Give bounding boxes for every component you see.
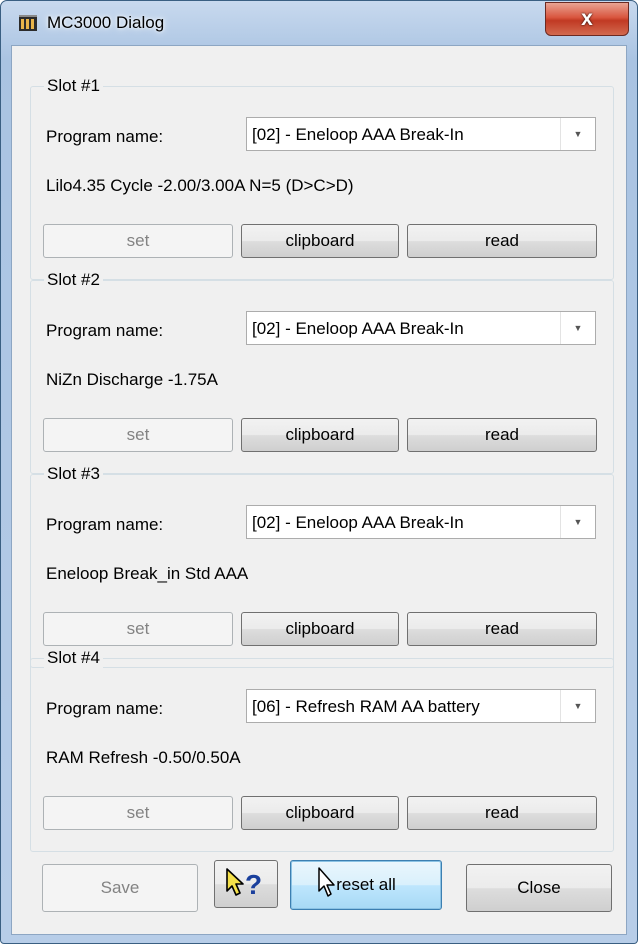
program-description: RAM Refresh -0.50/0.50A (46, 748, 241, 767)
program-select-slot-2[interactable]: [02] - Eneloop AAA Break-In ▼ (246, 311, 596, 345)
program-select-value: [02] - Eneloop AAA Break-In (252, 125, 464, 144)
help-button[interactable]: ? (214, 860, 278, 908)
clipboard-button-slot-3[interactable]: clipboard (241, 612, 399, 646)
clipboard-button-slot-1[interactable]: clipboard (241, 224, 399, 258)
title-bar[interactable]: MC3000 Dialog x (1, 1, 637, 43)
slot-group-3: Slot #3 Program name: [02] - Eneloop AAA… (30, 464, 614, 668)
slot-group-1: Slot #1 Program name: [02] - Eneloop AAA… (30, 76, 614, 280)
set-button-slot-3: set (43, 612, 233, 646)
dialog-client-area: Slot #1 Program name: [02] - Eneloop AAA… (11, 45, 627, 935)
slot-group-4: Slot #4 Program name: [06] - Refresh RAM… (30, 648, 614, 852)
chevron-down-icon[interactable]: ▼ (560, 118, 595, 150)
program-select-value: [02] - Eneloop AAA Break-In (252, 513, 464, 532)
chevron-down-icon[interactable]: ▼ (560, 312, 595, 344)
window-title: MC3000 Dialog (47, 13, 165, 32)
program-description: NiZn Discharge -1.75A (46, 370, 218, 389)
app-icon (19, 15, 37, 31)
program-select-slot-4[interactable]: [06] - Refresh RAM AA battery ▼ (246, 689, 596, 723)
program-select-slot-3[interactable]: [02] - Eneloop AAA Break-In ▼ (246, 505, 596, 539)
slot-title: Slot #3 (44, 464, 103, 484)
clipboard-button-slot-4[interactable]: clipboard (241, 796, 399, 830)
save-button: Save (42, 864, 198, 912)
read-button-slot-1[interactable]: read (407, 224, 597, 258)
chevron-down-icon[interactable]: ▼ (560, 506, 595, 538)
close-icon: x (581, 7, 593, 30)
program-description: Lilo4.35 Cycle -2.00/3.00A N=5 (D>C>D) (46, 176, 354, 195)
program-name-label: Program name: (46, 699, 164, 718)
close-button[interactable]: Close (466, 864, 612, 912)
program-select-slot-1[interactable]: [02] - Eneloop AAA Break-In ▼ (246, 117, 596, 151)
read-button-slot-3[interactable]: read (407, 612, 597, 646)
slot-title: Slot #1 (44, 76, 103, 96)
dialog-window: MC3000 Dialog x Slot #1 Program name: [0… (0, 0, 638, 944)
window-close-button[interactable]: x (545, 2, 629, 36)
set-button-slot-1: set (43, 224, 233, 258)
slot-title: Slot #2 (44, 270, 103, 290)
set-button-slot-4: set (43, 796, 233, 830)
read-button-slot-2[interactable]: read (407, 418, 597, 452)
slot-group-2: Slot #2 Program name: [02] - Eneloop AAA… (30, 270, 614, 474)
read-button-slot-4[interactable]: read (407, 796, 597, 830)
help-question-mark: ? (245, 869, 262, 900)
program-name-label: Program name: (46, 321, 164, 340)
program-name-label: Program name: (46, 515, 164, 534)
program-select-value: [06] - Refresh RAM AA battery (252, 697, 480, 716)
chevron-down-icon[interactable]: ▼ (560, 690, 595, 722)
program-name-label: Program name: (46, 127, 164, 146)
program-description: Eneloop Break_in Std AAA (46, 564, 249, 583)
program-select-value: [02] - Eneloop AAA Break-In (252, 319, 464, 338)
help-pointer-icon: ? (226, 868, 262, 900)
reset-all-button[interactable]: reset all (290, 860, 442, 910)
clipboard-button-slot-2[interactable]: clipboard (241, 418, 399, 452)
set-button-slot-2: set (43, 418, 233, 452)
slot-title: Slot #4 (44, 648, 103, 668)
